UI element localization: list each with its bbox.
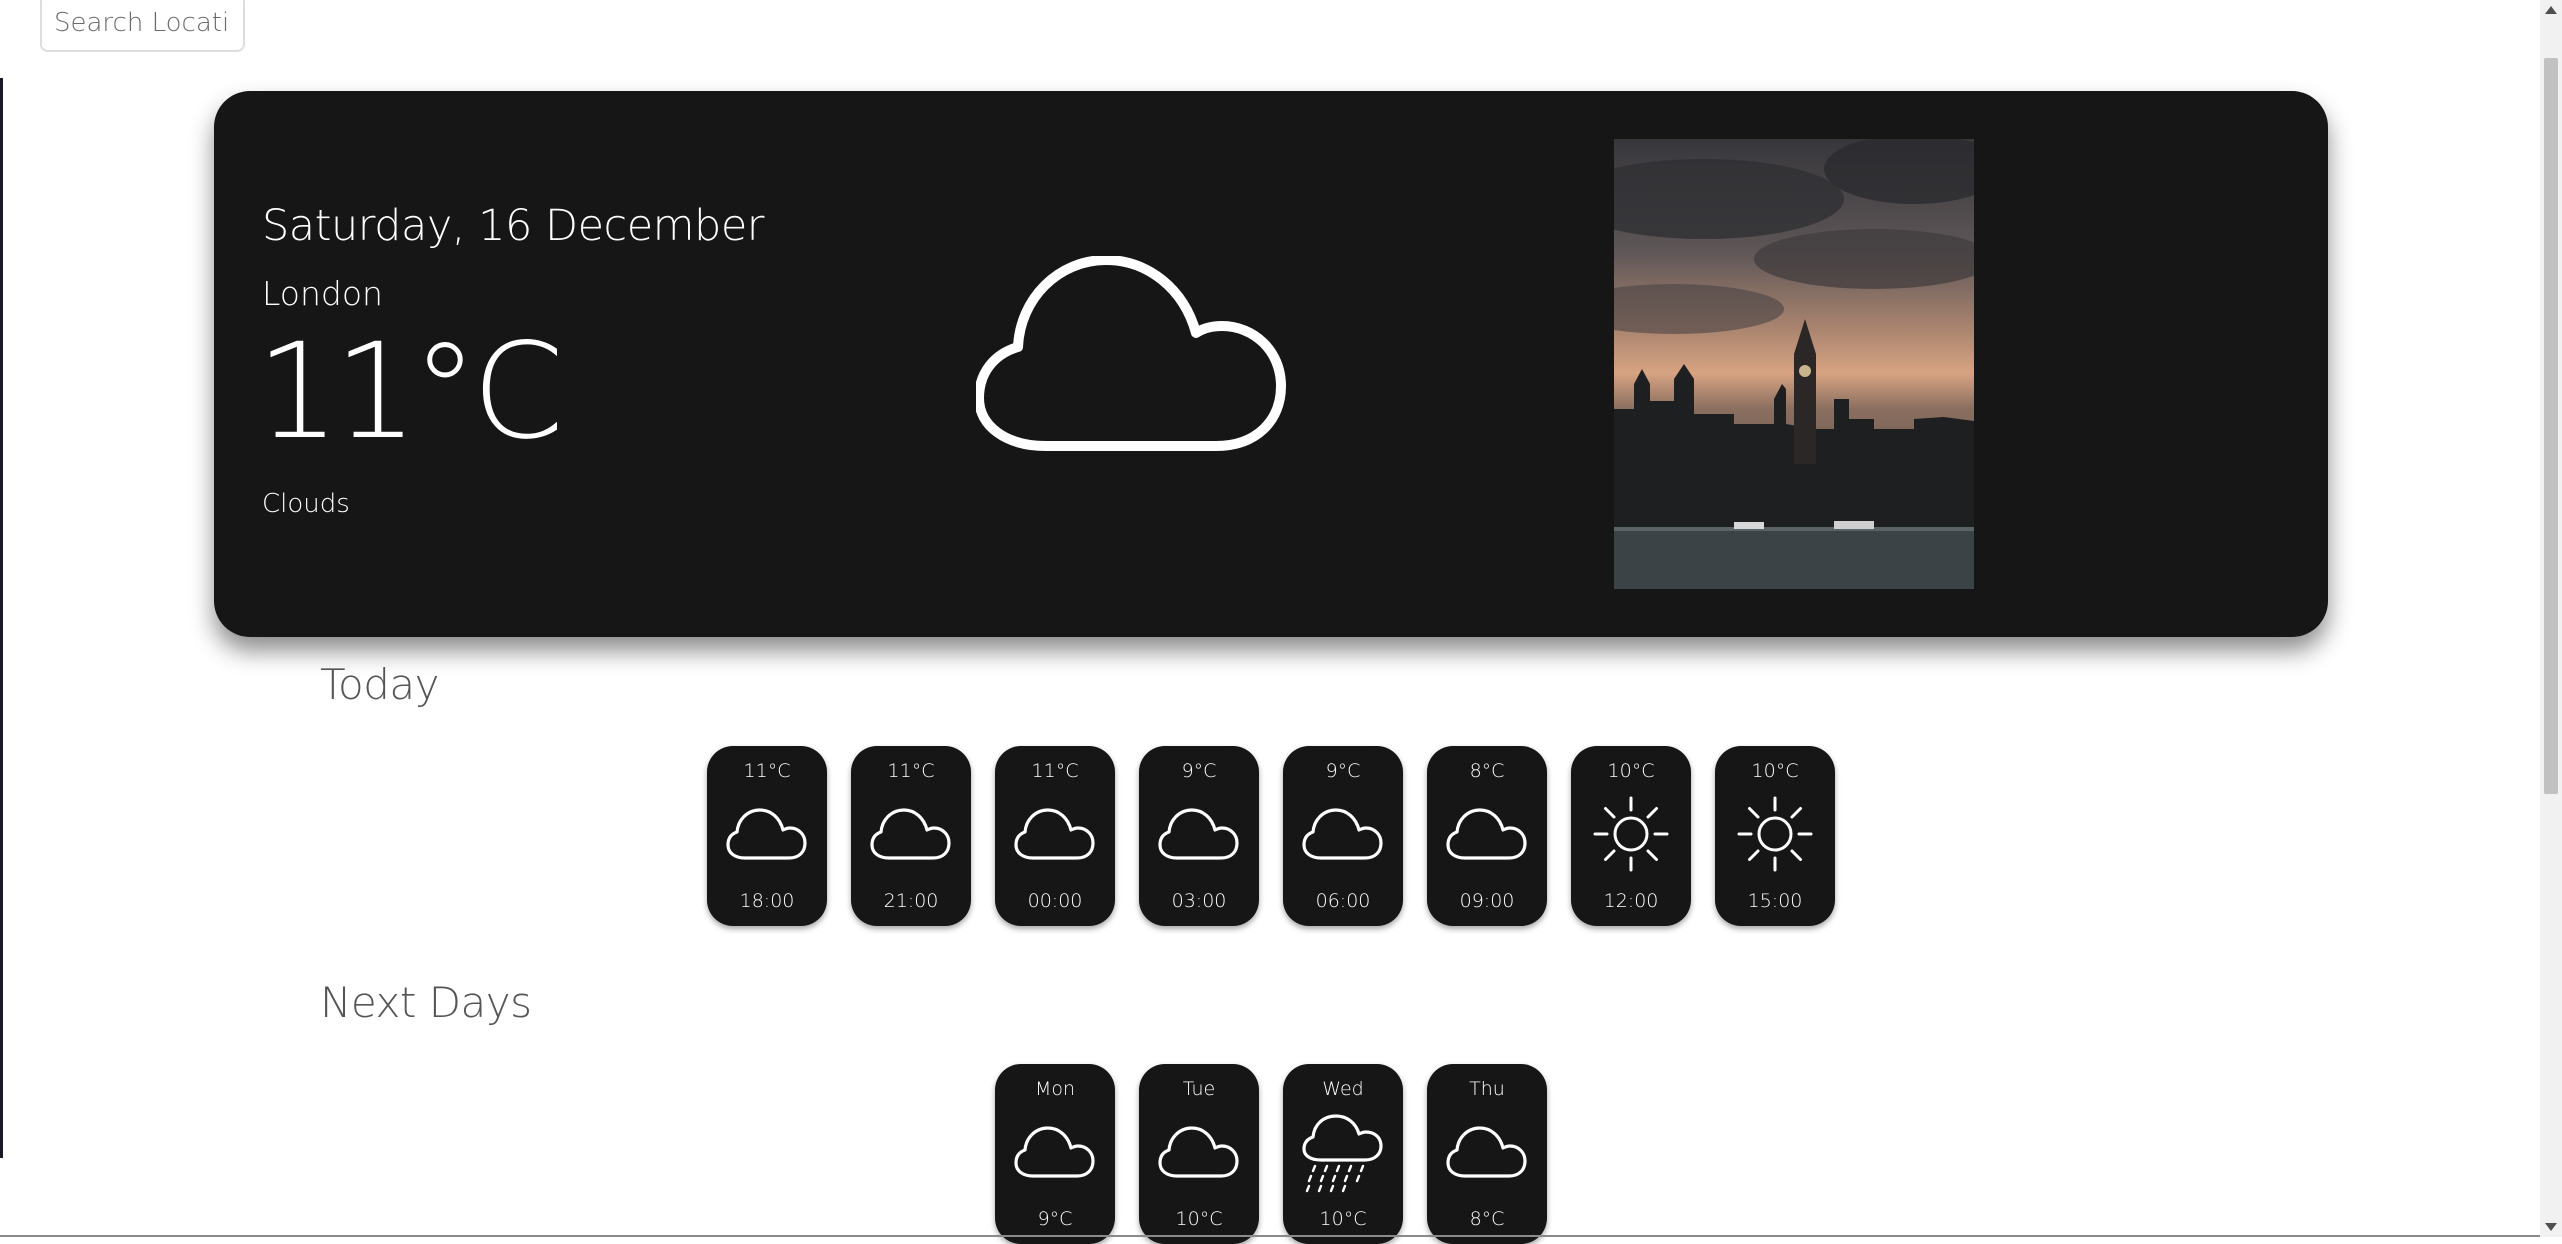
hourly-time: 03:00 bbox=[1171, 890, 1227, 912]
daily-temperature: 10°C bbox=[1175, 1208, 1223, 1230]
sun-icon bbox=[1589, 792, 1673, 876]
hourly-time: 09:00 bbox=[1459, 890, 1515, 912]
current-date: Saturday, 16 December bbox=[262, 201, 764, 251]
hourly-temperature: 11°C bbox=[887, 760, 935, 782]
current-temperature: 11°C bbox=[256, 315, 564, 469]
next-days-section-title: Next Days bbox=[320, 978, 532, 1027]
cloud-icon bbox=[1157, 792, 1241, 876]
hourly-forecast-card: 11°C 00:00 bbox=[995, 746, 1115, 926]
daily-forecast-card: Wed 10°C bbox=[1283, 1064, 1403, 1244]
left-edge-divider bbox=[0, 78, 3, 1158]
daily-day-name: Wed bbox=[1322, 1078, 1364, 1100]
hourly-time: 18:00 bbox=[739, 890, 795, 912]
hourly-time: 15:00 bbox=[1747, 890, 1803, 912]
rain-cloud-icon bbox=[1301, 1110, 1385, 1194]
hourly-forecast-card: 10°C 12:00 bbox=[1571, 746, 1691, 926]
london-city-photo bbox=[1614, 139, 1974, 589]
current-city: London bbox=[262, 274, 383, 313]
cloud-icon bbox=[1013, 1110, 1097, 1194]
daily-forecast-card: Mon 9°C bbox=[995, 1064, 1115, 1244]
daily-temperature: 8°C bbox=[1469, 1208, 1505, 1230]
hourly-forecast-card: 9°C 03:00 bbox=[1139, 746, 1259, 926]
scroll-down-arrow-icon[interactable] bbox=[2545, 1223, 2557, 1231]
daily-day-name: Thu bbox=[1469, 1078, 1505, 1100]
hourly-forecast-card: 8°C 09:00 bbox=[1427, 746, 1547, 926]
hourly-forecast-card: 10°C 15:00 bbox=[1715, 746, 1835, 926]
daily-forecast-card: Thu 8°C bbox=[1427, 1064, 1547, 1244]
cloud-icon bbox=[869, 792, 953, 876]
hourly-temperature: 10°C bbox=[1751, 760, 1799, 782]
cloud-icon bbox=[976, 256, 1286, 451]
hourly-forecast-card: 11°C 18:00 bbox=[707, 746, 827, 926]
current-condition: Clouds bbox=[262, 489, 350, 519]
cloud-icon bbox=[1445, 792, 1529, 876]
vertical-scrollbar[interactable] bbox=[2540, 0, 2562, 1237]
hourly-temperature: 11°C bbox=[743, 760, 791, 782]
scroll-up-arrow-icon[interactable] bbox=[2545, 6, 2557, 14]
search-location-input[interactable] bbox=[40, 0, 245, 52]
daily-forecast-card: Tue 10°C bbox=[1139, 1064, 1259, 1244]
hourly-temperature: 9°C bbox=[1325, 760, 1361, 782]
cloud-icon bbox=[725, 792, 809, 876]
hourly-time: 21:00 bbox=[883, 890, 939, 912]
scrollbar-thumb[interactable] bbox=[2544, 58, 2558, 794]
hourly-temperature: 8°C bbox=[1469, 760, 1505, 782]
cloud-icon bbox=[1445, 1110, 1529, 1194]
sun-icon bbox=[1733, 792, 1817, 876]
daily-temperature: 10°C bbox=[1319, 1208, 1367, 1230]
hourly-temperature: 9°C bbox=[1181, 760, 1217, 782]
hourly-forecast-card: 9°C 06:00 bbox=[1283, 746, 1403, 926]
daily-temperature: 9°C bbox=[1037, 1208, 1073, 1230]
current-weather-card: Saturday, 16 December London 11°C Clouds bbox=[214, 91, 2328, 637]
daily-day-name: Mon bbox=[1034, 1078, 1076, 1100]
hourly-temperature: 11°C bbox=[1031, 760, 1079, 782]
hourly-time: 00:00 bbox=[1027, 890, 1083, 912]
cloud-icon bbox=[1013, 792, 1097, 876]
cloud-icon bbox=[1301, 792, 1385, 876]
cloud-icon bbox=[1157, 1110, 1241, 1194]
hourly-time: 12:00 bbox=[1603, 890, 1659, 912]
today-section-title: Today bbox=[320, 660, 439, 709]
hourly-forecast-card: 11°C 21:00 bbox=[851, 746, 971, 926]
hourly-temperature: 10°C bbox=[1607, 760, 1655, 782]
daily-day-name: Tue bbox=[1182, 1078, 1216, 1100]
hourly-time: 06:00 bbox=[1315, 890, 1371, 912]
